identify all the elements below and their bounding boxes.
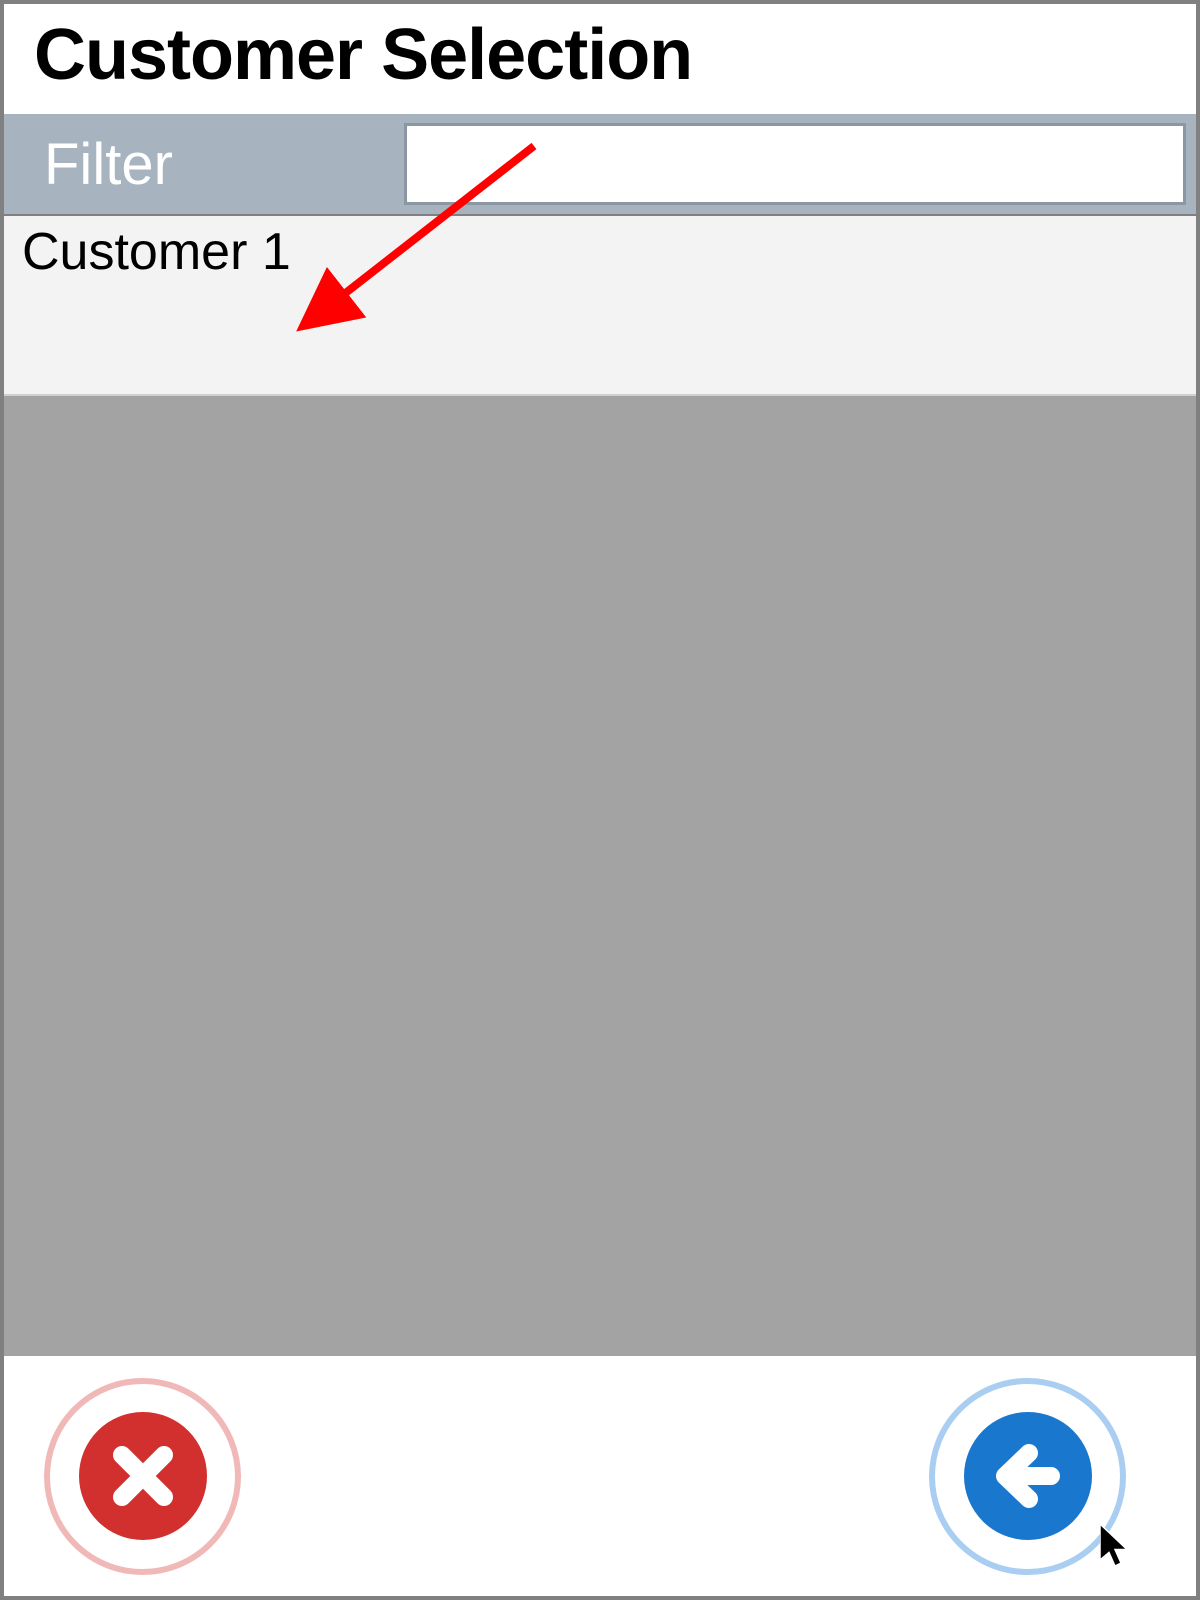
filter-label: Filter <box>44 131 404 198</box>
title-bar: Customer Selection <box>4 4 1196 114</box>
list-item[interactable]: Customer 1 <box>4 216 1196 396</box>
footer-toolbar <box>4 1356 1196 1596</box>
customer-list: Customer 1 <box>4 214 1196 1356</box>
arrow-left-icon <box>964 1412 1092 1540</box>
filter-bar: Filter <box>4 114 1196 214</box>
close-icon <box>79 1412 207 1540</box>
cancel-button[interactable] <box>44 1378 241 1575</box>
page-title: Customer Selection <box>34 14 1166 96</box>
back-button[interactable] <box>929 1378 1126 1575</box>
filter-input[interactable] <box>404 123 1186 205</box>
customer-selection-dialog: Customer Selection Filter Customer 1 <box>0 0 1200 1600</box>
